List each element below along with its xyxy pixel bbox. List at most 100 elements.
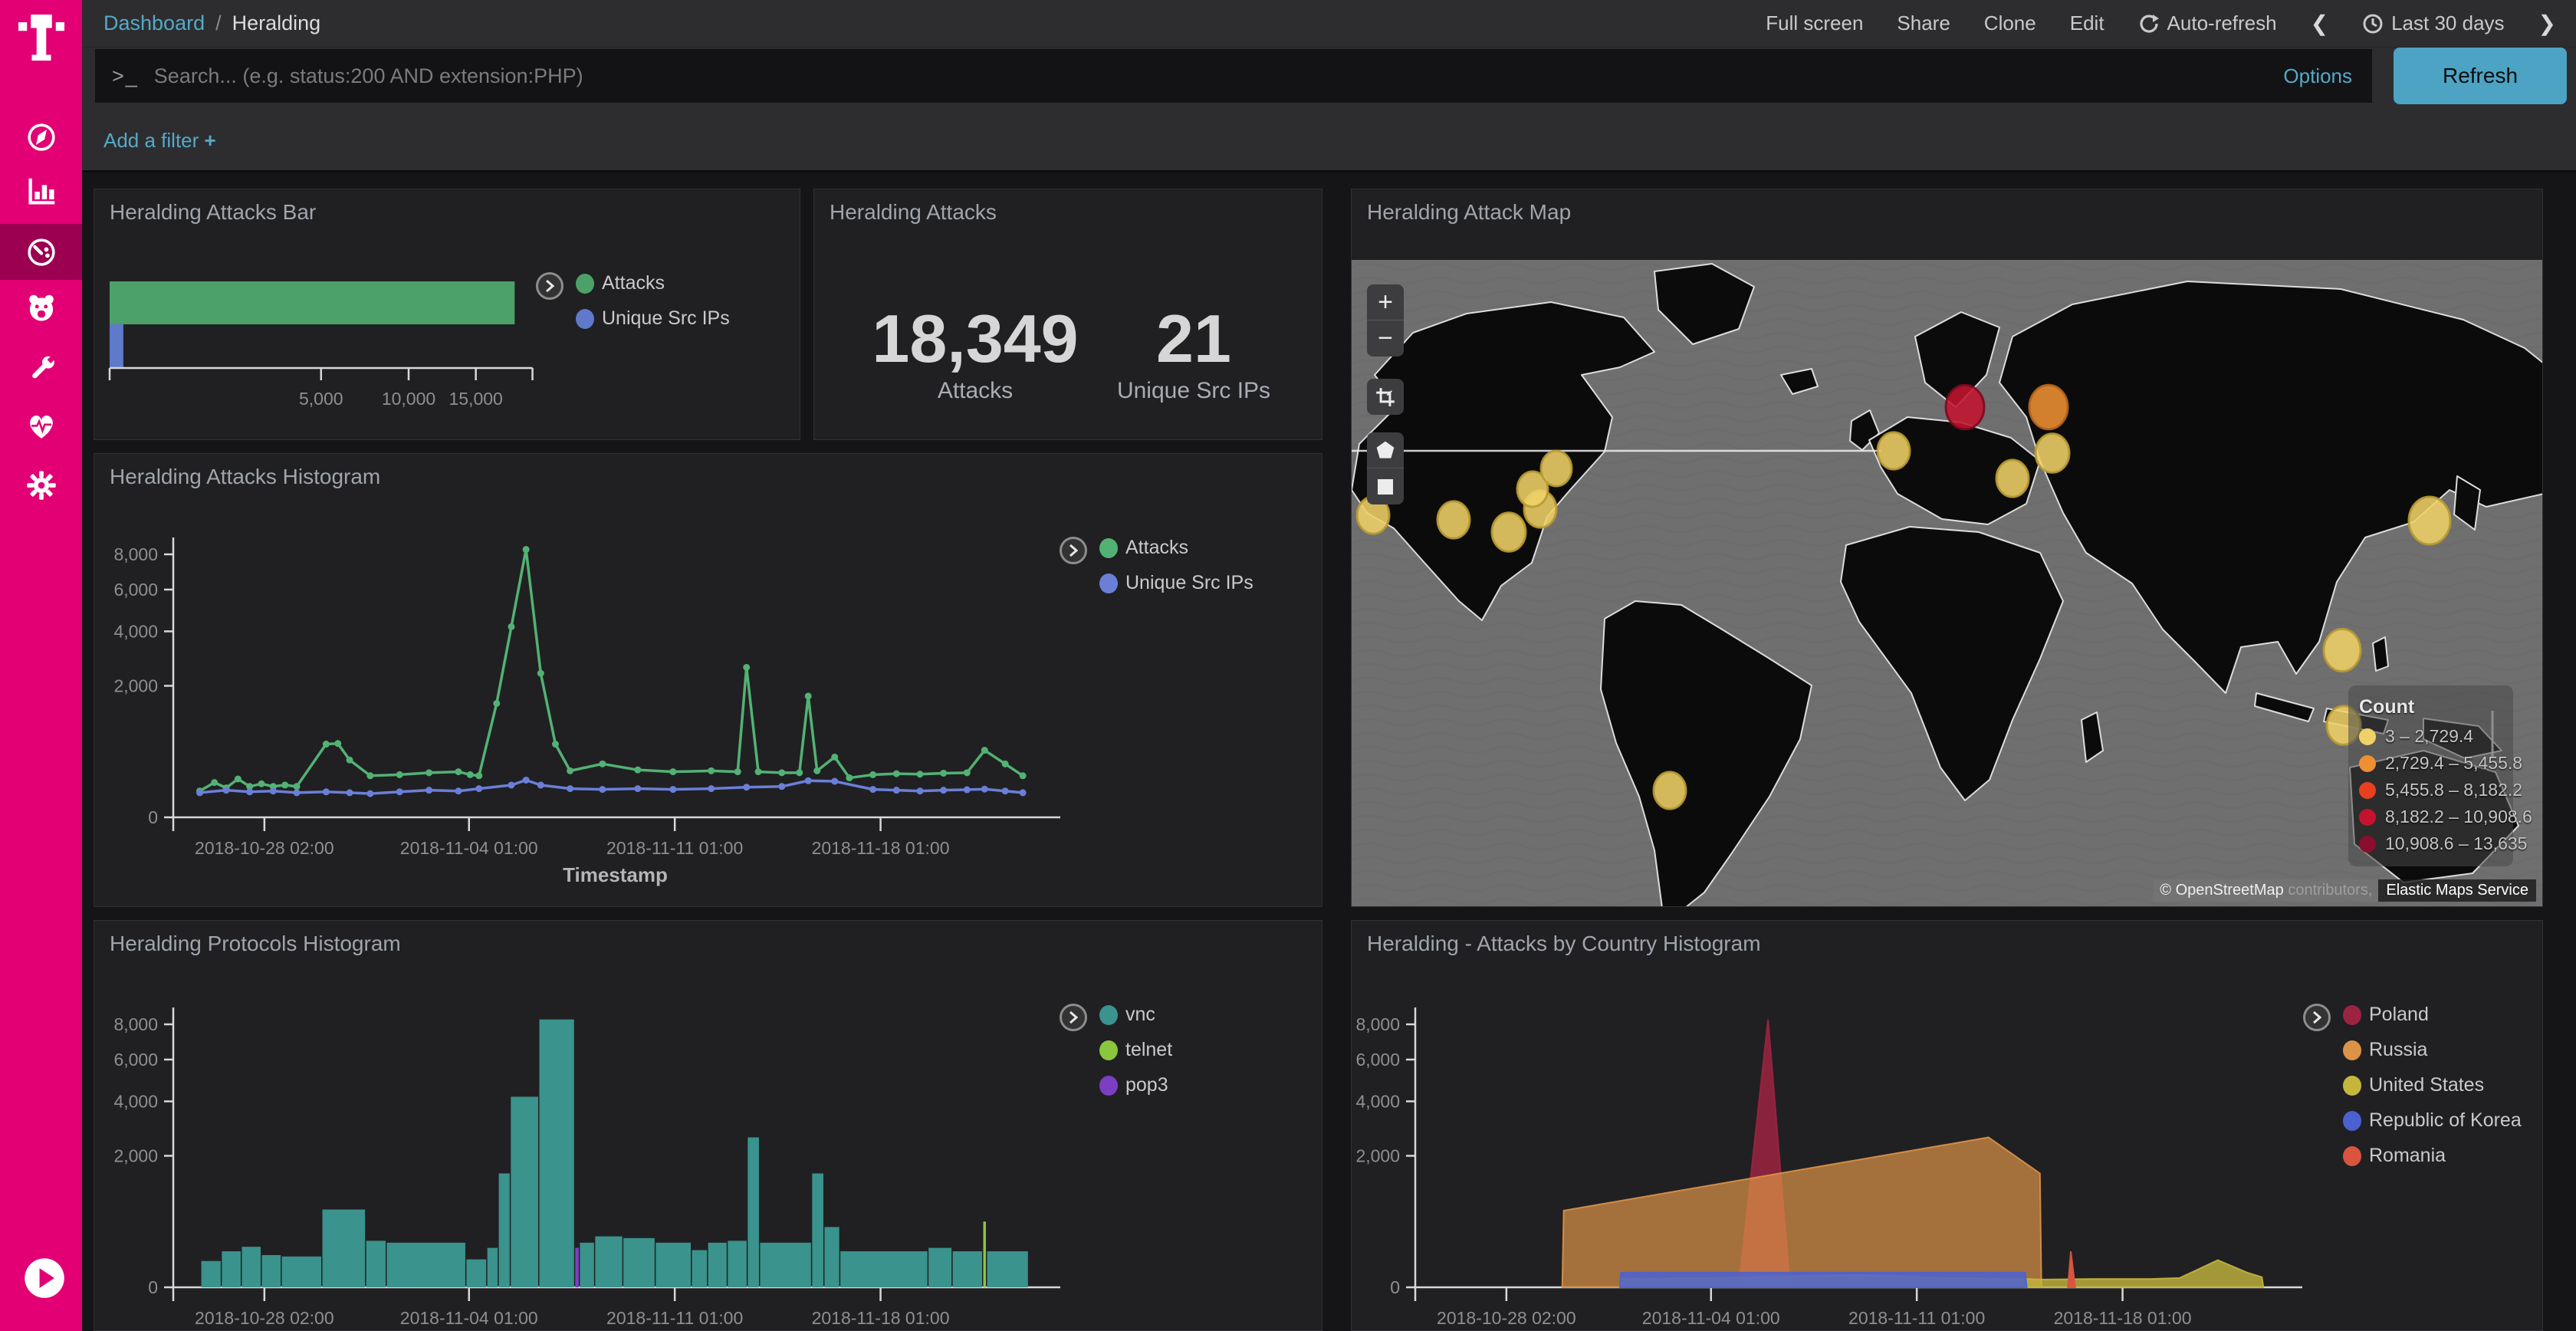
sidebar-item-management[interactable] [0, 457, 82, 513]
refresh-arrow-icon [2138, 13, 2160, 35]
legend-item-republic-of-korea[interactable]: Republic of Korea [2343, 1109, 2522, 1132]
t-mobile-logo[interactable] [18, 11, 64, 64]
time-picker-button[interactable]: Last 30 days [2362, 12, 2504, 35]
time-back-button[interactable]: ❮ [2311, 11, 2328, 36]
legend-item-attacks[interactable]: Attacks [1099, 537, 1254, 559]
refresh-button[interactable]: Refresh [2394, 48, 2567, 104]
svg-text:2018-10-28 02:00: 2018-10-28 02:00 [195, 1308, 334, 1328]
sidebar-item-discover[interactable] [0, 109, 82, 165]
svg-text:0: 0 [148, 807, 158, 827]
panel-attacks-metric: Heralding Attacks 18,349 Attacks 21 Uniq… [813, 189, 1322, 440]
crop-icon [1375, 387, 1395, 407]
legend-toggle-button[interactable] [536, 272, 564, 300]
panel-title: Heralding - Attacks by Country Histogram [1367, 932, 1761, 956]
svg-text:2018-11-04 01:00: 2018-11-04 01:00 [400, 838, 538, 858]
legend-series-label: Unique Src IPs [1125, 572, 1254, 594]
svg-text:10,000: 10,000 [382, 389, 435, 409]
gauge-icon [24, 235, 59, 270]
sidebar-item-dashboard[interactable] [0, 224, 82, 280]
svg-text:8,000: 8,000 [113, 1014, 158, 1034]
sidebar-item-sentinl[interactable] [0, 280, 82, 336]
metric-unique-src-ips: 21 Unique Src IPs [1083, 304, 1305, 404]
map-legend-dot [2359, 755, 2376, 772]
share-button[interactable]: Share [1897, 12, 1950, 35]
svg-text:4,000: 4,000 [1355, 1091, 1400, 1111]
map-zoom-controls: + − [1367, 284, 1404, 357]
legend-item-unique-src-ips[interactable]: Unique Src IPs [1099, 572, 1254, 594]
wrench-icon [24, 351, 59, 386]
options-link[interactable]: Options [2283, 64, 2372, 88]
legend-item-attacks[interactable]: Attacks [576, 272, 730, 294]
sidebar-item-visualize[interactable] [0, 163, 82, 219]
map-draw-polygon-button[interactable] [1367, 432, 1404, 468]
edit-button[interactable]: Edit [2070, 12, 2104, 35]
legend-item-united-states[interactable]: United States [2343, 1074, 2522, 1096]
bar-chart-icon [24, 174, 59, 209]
svg-text:4,000: 4,000 [113, 621, 158, 641]
panel-protocols-histogram: Heralding Protocols Histogram 02,0004,00… [94, 920, 1322, 1331]
breadcrumb-dashboard-link[interactable]: Dashboard [104, 12, 205, 35]
map-legend-range: 8,182.2 – 10,908.6 [2385, 807, 2532, 827]
svg-text:2018-11-04 01:00: 2018-11-04 01:00 [1642, 1308, 1780, 1328]
legend-item-unique-src-ips[interactable]: Unique Src IPs [576, 307, 730, 330]
auto-refresh-button[interactable]: Auto-refresh [2138, 12, 2277, 35]
svg-text:2018-10-28 02:00: 2018-10-28 02:00 [195, 838, 334, 858]
ems-link[interactable]: Elastic Maps Service [2378, 879, 2536, 902]
chart-legend: Attacks Unique Src IPs [1060, 537, 1254, 594]
sidebar-item-dev-tools[interactable] [0, 340, 82, 396]
panel-title: Heralding Attack Map [1367, 200, 1571, 225]
map-legend-item: 3 – 2,729.4 [2359, 726, 2504, 747]
breadcrumb: Dashboard / Heralding [104, 12, 320, 35]
map-legend-dot [2359, 836, 2376, 853]
time-forward-button[interactable]: ❯ [2538, 11, 2556, 36]
clone-button[interactable]: Clone [1984, 12, 2036, 35]
add-filter-link[interactable]: Add a filter + [104, 129, 216, 153]
legend-item-romania[interactable]: Romania [2343, 1145, 2522, 1167]
legend-item-pop3[interactable]: pop3 [1099, 1074, 1172, 1096]
map-zoom-out-button[interactable]: − [1367, 320, 1404, 357]
legend-item-russia[interactable]: Russia [2343, 1039, 2522, 1061]
map-draw-controls [1367, 432, 1404, 504]
metric-label: Unique Src IPs [1083, 378, 1305, 404]
svg-text:8,000: 8,000 [113, 544, 158, 564]
sidebar-collapse-button[interactable] [22, 1256, 67, 1300]
legend-toggle-button[interactable] [2303, 1004, 2331, 1031]
attacks-line-chart: 02,0004,0006,0008,0002018-10-28 02:00201… [94, 454, 1322, 907]
legend-series-dot [576, 274, 594, 294]
legend-item-telnet[interactable]: telnet [1099, 1039, 1172, 1061]
topbar: Dashboard / Heralding Full screen Share … [82, 0, 2576, 48]
metric-attacks: 18,349 Attacks [860, 304, 1090, 404]
map-crop-button[interactable] [1367, 379, 1404, 415]
full-screen-button[interactable]: Full screen [1766, 12, 1863, 35]
map-legend-item: 10,908.6 – 13,635 [2359, 833, 2504, 854]
legend-toggle-button[interactable] [1060, 537, 1087, 564]
svg-text:15,000: 15,000 [449, 389, 502, 409]
legend-item-poland[interactable]: Poland [2343, 1004, 2522, 1026]
legend-series-dot [1099, 1076, 1118, 1096]
panel-title: Heralding Protocols Histogram [110, 932, 401, 956]
legend-series-label: United States [2369, 1074, 2484, 1096]
search-input[interactable] [153, 64, 2284, 89]
legend-item-vnc[interactable]: vnc [1099, 1004, 1172, 1026]
svg-text:2018-11-04 01:00: 2018-11-04 01:00 [400, 1308, 538, 1328]
osm-link[interactable]: © OpenStreetMap [2160, 882, 2283, 899]
map-zoom-in-button[interactable]: + [1367, 284, 1404, 320]
chevron-right-icon [1068, 1011, 1079, 1024]
svg-text:0: 0 [148, 1277, 158, 1297]
legend-series-dot [2343, 1146, 2361, 1166]
svg-text:6,000: 6,000 [113, 580, 158, 600]
collapse-arrow-icon [22, 1256, 67, 1300]
panel-title: Heralding Attacks [830, 200, 997, 225]
svg-text:5,000: 5,000 [299, 389, 343, 409]
legend-toggle-button[interactable] [1060, 1004, 1087, 1031]
legend-series-dot [576, 309, 594, 329]
panel-attack-map: Heralding Attack Map [1351, 189, 2543, 907]
world-map[interactable]: + − [1352, 260, 2543, 907]
bear-icon [24, 291, 59, 326]
legend-series-dot [2343, 1040, 2361, 1060]
svg-text:2018-10-28 02:00: 2018-10-28 02:00 [1437, 1308, 1576, 1328]
map-draw-rectangle-button[interactable] [1367, 468, 1404, 504]
sidebar-item-monitoring[interactable] [0, 398, 82, 454]
breadcrumb-current: Heralding [232, 12, 321, 35]
header: Dashboard / Heralding Full screen Share … [82, 0, 2576, 173]
